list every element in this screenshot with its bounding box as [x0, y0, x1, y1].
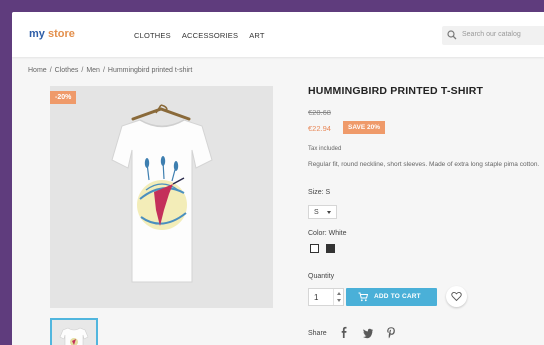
breadcrumb-current: Hummingbird printed t-shirt [107, 67, 193, 74]
current-price: €22.94 [308, 124, 331, 133]
quantity-value[interactable]: 1 [314, 293, 318, 302]
add-to-cart-button[interactable]: ADD TO CART [346, 288, 437, 306]
breadcrumb: Home / Clothes / Men / Hummingbird printed t-s… [28, 67, 195, 74]
site-header: my store CLOTHES ACCESSORIES ART Search … [12, 12, 544, 57]
facebook-icon[interactable] [339, 326, 351, 340]
quantity-stepper[interactable]: 1 [308, 288, 344, 306]
breadcrumb-clothes[interactable]: Clothes [55, 67, 79, 74]
breadcrumb-separator: / [81, 67, 84, 74]
chevron-down-icon [327, 211, 331, 214]
quantity-arrows [333, 289, 343, 305]
save-badge: SAVE 20% [343, 121, 386, 134]
regular-price: €28.68 [308, 108, 331, 117]
store-logo[interactable]: my store [29, 28, 75, 40]
search-input[interactable]: Search our catalog [442, 26, 544, 45]
color-swatch-black[interactable] [326, 244, 335, 253]
increment-icon[interactable] [337, 292, 341, 295]
tshirt-thumbnail-image [59, 327, 89, 345]
breadcrumb-home[interactable]: Home [28, 67, 47, 74]
logo-text-accent: store [47, 28, 75, 40]
product-image[interactable]: -20% [50, 86, 273, 308]
product-title: HUMMINGBIRD PRINTED T-SHIRT [308, 85, 484, 97]
breadcrumb-separator: / [49, 67, 52, 74]
quantity-label: Quantity [308, 273, 335, 280]
cart-icon [358, 292, 368, 302]
search-icon[interactable] [447, 30, 457, 40]
search-placeholder: Search our catalog [462, 31, 521, 38]
tax-label: Tax included [308, 146, 342, 152]
breadcrumb-separator: / [102, 67, 105, 74]
size-label: Size: S [308, 189, 331, 196]
color-swatch-white[interactable] [310, 244, 319, 253]
store-window: my store CLOTHES ACCESSORIES ART Search … [12, 12, 544, 345]
breadcrumb-men[interactable]: Men [86, 67, 100, 74]
pinterest-icon[interactable] [385, 326, 397, 340]
tshirt-image [111, 104, 213, 283]
wishlist-button[interactable] [446, 286, 467, 307]
logo-text-main: my [29, 28, 48, 40]
add-to-cart-label: ADD TO CART [374, 293, 421, 300]
nav-item-clothes[interactable]: CLOTHES [134, 31, 171, 40]
color-label: Color: White [308, 230, 347, 237]
decrement-icon[interactable] [337, 299, 341, 302]
size-select[interactable]: S [308, 205, 337, 219]
product-thumbnail[interactable] [50, 318, 98, 345]
main-nav: CLOTHES ACCESSORIES ART [134, 31, 265, 40]
product-description: Regular fit, round neckline, short sleev… [308, 161, 540, 168]
share-label: Share [308, 330, 327, 337]
twitter-icon[interactable] [362, 326, 374, 340]
nav-item-accessories[interactable]: ACCESSORIES [182, 31, 238, 40]
discount-badge: -20% [50, 91, 77, 104]
heart-icon [451, 291, 462, 302]
size-selected-value: S [314, 209, 319, 216]
nav-item-art[interactable]: ART [249, 31, 264, 40]
